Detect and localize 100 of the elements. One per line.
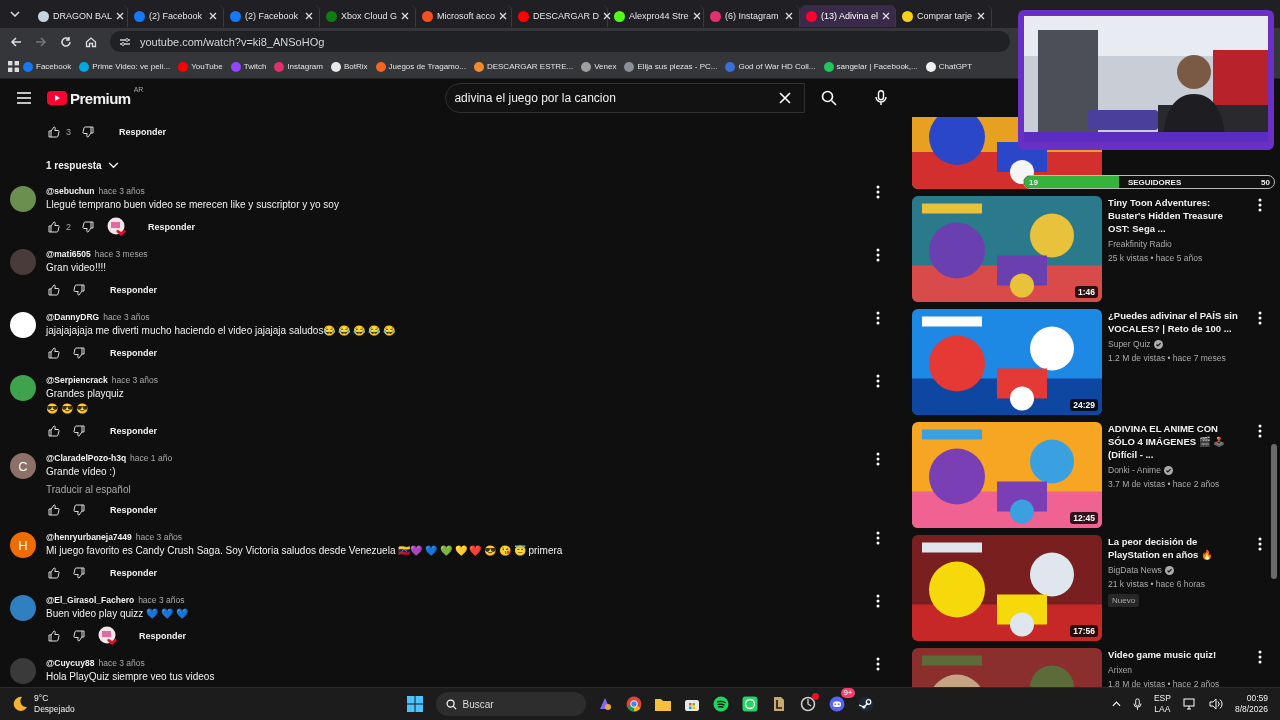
like-button[interactable]: [46, 628, 62, 644]
more-icon[interactable]: [1258, 537, 1262, 551]
bookmark[interactable]: Elija sus piezas - PC...: [620, 59, 722, 74]
bookmark[interactable]: Instagram: [270, 59, 327, 74]
dislike-button[interactable]: [80, 219, 96, 235]
like-button[interactable]: [46, 282, 62, 298]
reply-button[interactable]: Responder: [102, 501, 165, 519]
reply-button[interactable]: Responder: [131, 627, 194, 645]
more-icon[interactable]: [876, 452, 880, 466]
reply-button[interactable]: Responder: [102, 422, 165, 440]
reply-button[interactable]: Responder: [140, 218, 204, 236]
forward-icon[interactable]: [35, 35, 47, 48]
more-icon[interactable]: [876, 531, 880, 545]
replies-toggle[interactable]: 1 respuesta: [40, 156, 125, 175]
comment-time[interactable]: hace 3 meses: [94, 248, 148, 260]
comment-author[interactable]: @DannyDRG: [46, 311, 100, 323]
steam-app-icon[interactable]: [857, 696, 874, 712]
circle-app-icon[interactable]: [799, 696, 816, 712]
back-icon[interactable]: [10, 35, 22, 48]
more-icon[interactable]: [1258, 650, 1262, 664]
more-icon[interactable]: [876, 248, 880, 262]
browser-tab[interactable]: (2) Facebook: [224, 5, 320, 27]
reply-button[interactable]: Responder: [102, 564, 165, 582]
bookmark[interactable]: ChatGPT: [921, 59, 977, 74]
translate-link[interactable]: Traducir al español: [46, 484, 131, 495]
dislike-button[interactable]: [71, 628, 87, 644]
volume-icon[interactable]: [1208, 698, 1223, 710]
bookmark[interactable]: YouTube: [174, 59, 227, 74]
more-icon[interactable]: [1258, 311, 1262, 325]
dislike-button[interactable]: [80, 124, 96, 140]
search-icon[interactable]: [445, 698, 457, 710]
temperature[interactable]: 9°C: [34, 693, 75, 704]
channel-name[interactable]: Donki - Anime: [1108, 465, 1161, 475]
microphone-icon[interactable]: [1132, 697, 1142, 711]
windows-icon[interactable]: [406, 696, 423, 712]
bookmark[interactable]: Facebook: [19, 59, 76, 74]
music-app-icon[interactable]: [712, 696, 729, 712]
site-info-icon[interactable]: [119, 36, 131, 47]
comment-author[interactable]: @mati6505: [46, 248, 91, 260]
keyboard-layout[interactable]: LAA: [1154, 704, 1171, 715]
network-icon[interactable]: [1182, 698, 1197, 710]
close-icon[interactable]: [882, 12, 891, 20]
scrollbar-thumb[interactable]: [1271, 444, 1277, 579]
moon-icon[interactable]: [12, 696, 28, 712]
play-logo-icon[interactable]: [47, 91, 67, 105]
video-title[interactable]: La peor decisión de PlayStation en años 🔥: [1108, 535, 1244, 561]
comment-author[interactable]: @Cuycuy88: [46, 657, 95, 669]
like-button[interactable]: [46, 423, 62, 439]
reply-button[interactable]: Responder: [102, 281, 165, 299]
more-icon[interactable]: [876, 374, 880, 388]
clear-icon[interactable]: [779, 92, 792, 104]
weather-text[interactable]: Despejado: [34, 704, 75, 715]
bookmark[interactable]: sangelar | Facebook,...: [819, 59, 922, 74]
bookmark[interactable]: Prime Video: ve pelí...: [75, 59, 175, 74]
bookmark[interactable]: Venex: [577, 59, 621, 74]
more-icon[interactable]: [876, 311, 880, 325]
close-icon[interactable]: [692, 12, 701, 20]
like-button[interactable]: [46, 502, 62, 518]
folder-icon[interactable]: [654, 697, 671, 711]
more-icon[interactable]: [1258, 424, 1262, 438]
browser-tab[interactable]: (13) Adivina el: [800, 5, 896, 27]
search-icon[interactable]: [821, 90, 838, 106]
close-icon[interactable]: [785, 12, 793, 20]
language-code[interactable]: ESP: [1153, 693, 1171, 704]
taskbar-search-field[interactable]: Buscar: [435, 692, 586, 716]
like-button[interactable]: [46, 219, 62, 235]
close-icon[interactable]: [401, 12, 410, 20]
home-icon[interactable]: [85, 35, 97, 48]
video-title[interactable]: ADIVINA EL ANIME CON SÓLO 4 IMÁGENES 🎬 🕹 (Difícil - ...: [1108, 422, 1244, 461]
browser-tab[interactable]: DESCARGAR D: [512, 5, 608, 27]
comment-author[interactable]: @ClaradelPozo-h3q: [46, 452, 127, 464]
browser-tab[interactable]: Microsoft acco: [416, 5, 512, 27]
close-icon[interactable]: [116, 12, 124, 20]
bookmark[interactable]: Twitch: [226, 59, 271, 74]
dislike-button[interactable]: [71, 502, 87, 518]
comment-time[interactable]: hace 3 años: [98, 185, 145, 197]
avatar[interactable]: [10, 312, 36, 338]
close-icon[interactable]: [305, 12, 313, 20]
close-icon[interactable]: [977, 12, 985, 20]
tab-list-icon[interactable]: [10, 11, 20, 17]
comment-author[interactable]: @Serpiencrack: [46, 374, 108, 386]
avatar[interactable]: [10, 375, 36, 401]
reload-icon[interactable]: [60, 35, 72, 48]
channel-name[interactable]: BigData News: [1108, 565, 1162, 575]
reply-button[interactable]: Responder: [102, 344, 165, 362]
channel-name[interactable]: Arixen: [1108, 665, 1133, 675]
chevron-down-icon[interactable]: [107, 162, 119, 169]
chat-app-icon[interactable]: [741, 696, 758, 712]
comment-author[interactable]: @henryurbaneja7449: [46, 531, 132, 543]
address-field[interactable]: youtube.com/watch?v=ki8_ANSoHOg: [110, 31, 1010, 52]
more-icon[interactable]: [876, 185, 880, 199]
comment-time[interactable]: hace 3 años: [103, 311, 150, 323]
video-title[interactable]: Video game music quiz!: [1108, 648, 1244, 661]
dislike-button[interactable]: [71, 423, 87, 439]
bookmark[interactable]: God of War HD Coll...: [721, 59, 820, 74]
channel-name[interactable]: Freakfinity Radio: [1108, 239, 1172, 249]
comment-time[interactable]: hace 3 años: [135, 531, 183, 543]
comment-time[interactable]: hace 1 año: [130, 452, 173, 464]
video-title[interactable]: ¿Puedes adivinar el PAÍS sin VOCALES? | Reto de 100 ...: [1108, 309, 1244, 335]
logo-text[interactable]: Premium: [70, 89, 131, 107]
